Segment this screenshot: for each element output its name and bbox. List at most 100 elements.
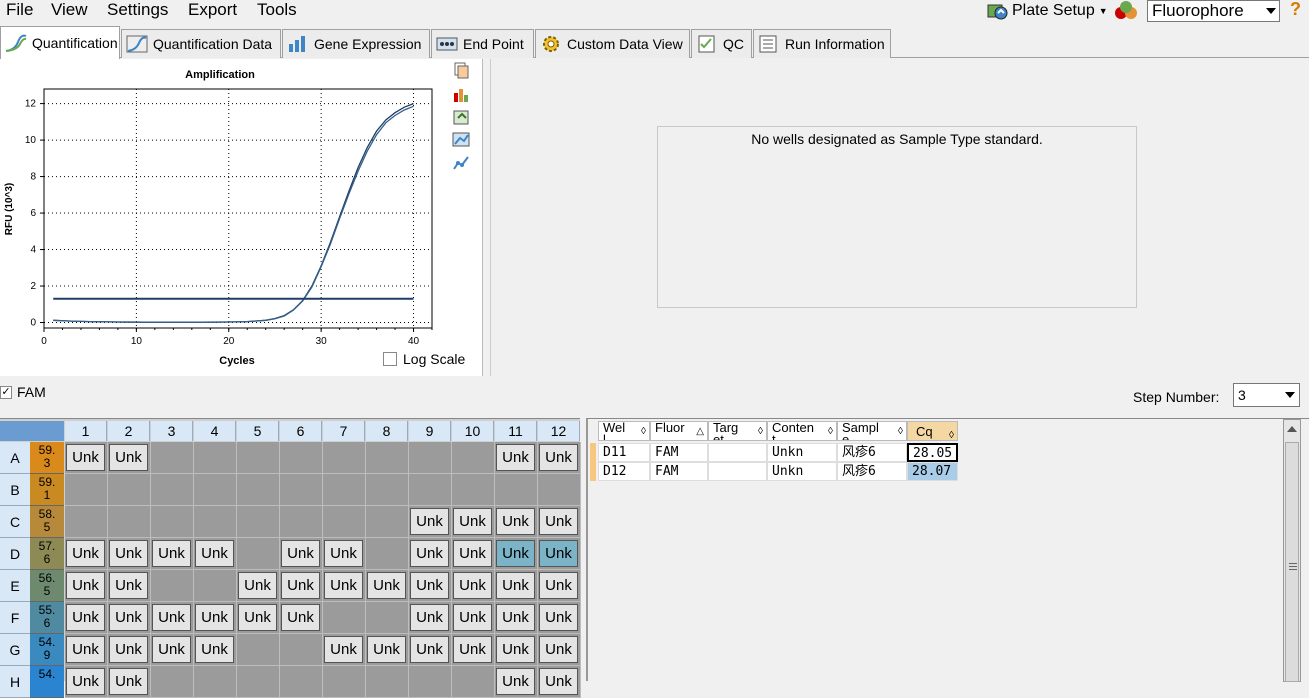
copy-icon[interactable] xyxy=(452,62,470,80)
plate-row-header[interactable]: G xyxy=(0,634,30,666)
plate-well[interactable]: Unk xyxy=(409,634,452,666)
plate-well[interactable]: Unk xyxy=(280,570,323,602)
plate-column-header[interactable]: 4 xyxy=(194,421,236,441)
chart-style-icon[interactable] xyxy=(452,85,470,103)
plate-well[interactable]: Unk xyxy=(108,634,151,666)
plate-well[interactable]: Unk xyxy=(194,634,237,666)
plate-well[interactable] xyxy=(237,474,280,506)
plate-well[interactable]: Unk xyxy=(280,602,323,634)
plate-column-header[interactable]: 3 xyxy=(151,421,193,441)
plate-well[interactable] xyxy=(194,666,237,698)
plate-well[interactable] xyxy=(280,442,323,474)
plate-well[interactable]: Unk xyxy=(495,602,538,634)
plate-well[interactable]: Unk xyxy=(452,538,495,570)
plate-well[interactable] xyxy=(280,474,323,506)
table-cell[interactable]: FAM xyxy=(650,443,708,462)
plate-well[interactable]: Unk xyxy=(237,602,280,634)
plate-well[interactable]: Unk xyxy=(194,602,237,634)
tab-custom-data-view[interactable]: Custom Data View xyxy=(535,29,690,58)
fluorophore-select[interactable]: Fluorophore xyxy=(1147,0,1280,22)
plate-well[interactable] xyxy=(151,474,194,506)
plate-well[interactable] xyxy=(237,506,280,538)
sort-icon[interactable]: ◊ xyxy=(641,426,646,438)
plate-row-header[interactable]: F xyxy=(0,602,30,634)
plate-well[interactable]: Unk xyxy=(65,666,108,698)
plate-well[interactable] xyxy=(538,474,581,506)
plate-well[interactable]: Unk xyxy=(538,634,581,666)
plate-well[interactable] xyxy=(323,666,366,698)
plate-well[interactable] xyxy=(151,666,194,698)
plate-well[interactable] xyxy=(323,602,366,634)
table-cell[interactable]: 风疹6 xyxy=(837,462,907,481)
menu-view[interactable]: View xyxy=(51,0,88,20)
menu-file[interactable]: File xyxy=(6,0,33,20)
trend-line-icon[interactable] xyxy=(452,154,470,172)
plate-row-header[interactable]: E xyxy=(0,570,30,602)
plate-well[interactable]: Unk xyxy=(237,570,280,602)
plate-well[interactable]: Unk xyxy=(495,538,538,570)
plate-well[interactable] xyxy=(108,474,151,506)
plate-row-header[interactable]: A xyxy=(0,442,30,474)
plate-row-header[interactable]: C xyxy=(0,506,30,538)
table-column-header[interactable]: Wel l ◊ xyxy=(598,421,650,441)
plate-column-header[interactable]: 1 xyxy=(65,421,107,441)
plate-well[interactable]: Unk xyxy=(65,538,108,570)
plate-well[interactable] xyxy=(151,442,194,474)
plate-well[interactable]: Unk xyxy=(65,442,108,474)
plate-well[interactable]: Unk xyxy=(108,570,151,602)
table-cell[interactable]: D12 xyxy=(598,462,650,481)
plate-well[interactable] xyxy=(194,506,237,538)
menu-settings[interactable]: Settings xyxy=(107,0,168,20)
menu-tools[interactable]: Tools xyxy=(257,0,297,20)
zoom-chart-icon[interactable] xyxy=(452,131,470,149)
table-column-header[interactable]: Cq ◊ xyxy=(907,421,958,441)
sort-icon[interactable]: ◊ xyxy=(828,426,833,438)
plate-well[interactable] xyxy=(323,506,366,538)
plate-well[interactable] xyxy=(237,538,280,570)
plate-well[interactable]: Unk xyxy=(409,538,452,570)
plate-well[interactable] xyxy=(409,442,452,474)
plate-well[interactable] xyxy=(452,442,495,474)
plate-well[interactable]: Unk xyxy=(108,442,151,474)
tab-gene-expression[interactable]: Gene Expression xyxy=(282,29,430,58)
plate-well[interactable]: Unk xyxy=(323,538,366,570)
plate-well[interactable]: Unk xyxy=(108,602,151,634)
table-cell[interactable]: 28.07 xyxy=(907,462,958,481)
plate-well[interactable] xyxy=(366,442,409,474)
plate-well[interactable]: Unk xyxy=(452,602,495,634)
plate-well[interactable] xyxy=(366,506,409,538)
row-selector[interactable] xyxy=(590,462,596,481)
plate-well[interactable]: Unk xyxy=(65,602,108,634)
tab-end-point[interactable]: End Point xyxy=(431,29,534,58)
plate-column-header[interactable]: 9 xyxy=(409,421,451,441)
table-column-header[interactable]: Conten t ◊ xyxy=(767,421,837,441)
plate-well[interactable]: Unk xyxy=(108,666,151,698)
plate-well[interactable]: Unk xyxy=(452,634,495,666)
plate-setup-button[interactable]: Plate Setup ▼ xyxy=(986,0,1108,22)
plate-well[interactable]: Unk xyxy=(65,570,108,602)
plate-well[interactable] xyxy=(495,474,538,506)
plate-well[interactable]: Unk xyxy=(452,506,495,538)
sort-icon[interactable]: △ xyxy=(696,426,704,438)
plate-column-header[interactable]: 2 xyxy=(108,421,150,441)
scrollbar-thumb[interactable] xyxy=(1285,442,1299,682)
plate-well[interactable] xyxy=(366,474,409,506)
sort-icon[interactable]: ◊ xyxy=(949,426,954,440)
amplification-chart[interactable]: Amplification Cycles RFU (10^3) 0 10 20 30 4… xyxy=(0,59,450,376)
table-cell[interactable]: 风疹6 xyxy=(837,443,907,462)
plate-well[interactable] xyxy=(366,602,409,634)
plate-well[interactable] xyxy=(237,634,280,666)
plate-row-header[interactable]: H xyxy=(0,666,30,698)
plate-well[interactable]: Unk xyxy=(538,506,581,538)
plate-well[interactable] xyxy=(194,442,237,474)
plate-well[interactable]: Unk xyxy=(151,602,194,634)
plate-well[interactable] xyxy=(280,506,323,538)
plate-well[interactable] xyxy=(151,506,194,538)
plate-column-header[interactable]: 10 xyxy=(452,421,494,441)
plate-well[interactable]: Unk xyxy=(65,634,108,666)
plate-column-header[interactable]: 11 xyxy=(495,421,537,441)
plate-well[interactable]: Unk xyxy=(409,506,452,538)
table-cell[interactable] xyxy=(708,462,767,481)
table-column-header[interactable]: Fluor △ xyxy=(650,421,708,441)
table-cell[interactable]: D11 xyxy=(598,443,650,462)
